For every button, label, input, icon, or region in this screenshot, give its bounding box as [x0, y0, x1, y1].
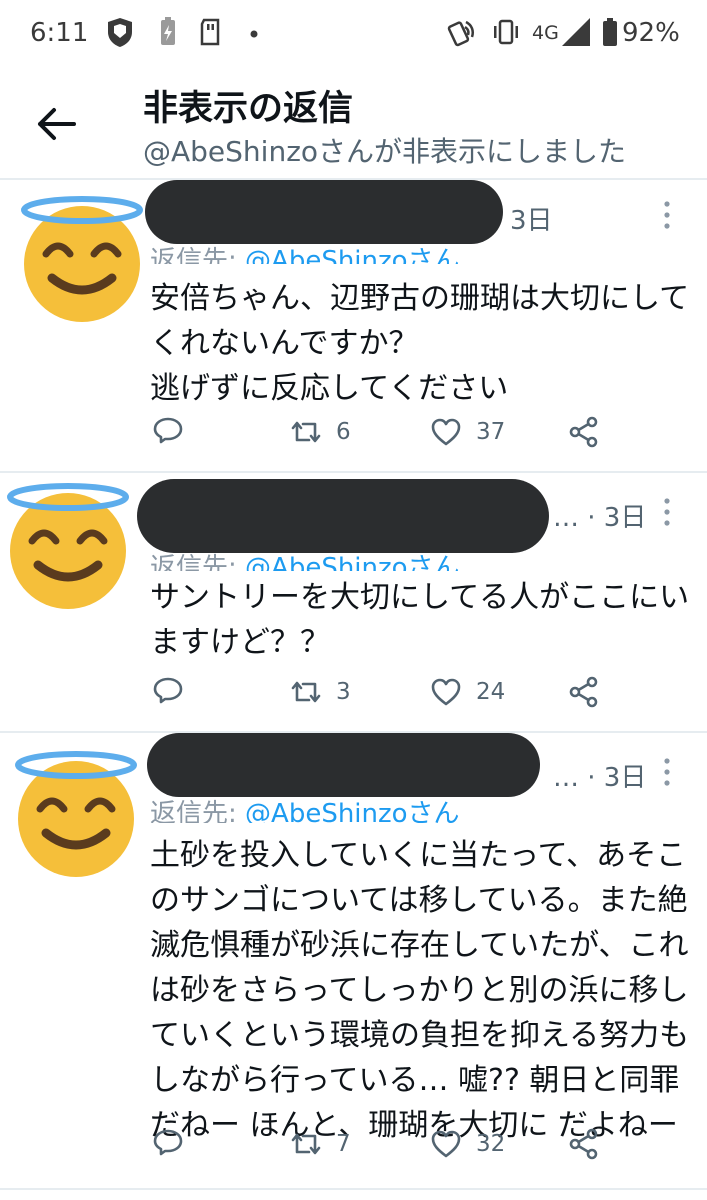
notification-dot-icon — [250, 30, 258, 38]
replying-to: 返信先: @AbeShinzoさん — [150, 246, 460, 264]
avatar-halo-emoji-icon[interactable] — [12, 747, 140, 877]
share-icon — [569, 1128, 598, 1160]
battery-saver-icon — [161, 17, 175, 45]
tweet-timestamp: … · 3日 — [553, 763, 647, 793]
status-time: 6:11 — [30, 18, 89, 48]
battery-percentage: 92% — [622, 18, 680, 48]
share-button[interactable] — [568, 414, 600, 450]
shield-app-icon — [108, 18, 132, 47]
sd-card-icon — [200, 18, 220, 46]
like-button[interactable]: 32 — [430, 1126, 505, 1162]
heart-icon — [431, 1130, 461, 1158]
like-count: 32 — [476, 1131, 506, 1157]
replying-to: 返信先: @AbeShinzoさん — [150, 799, 460, 823]
back-arrow-icon[interactable] — [34, 102, 78, 146]
tweet-divider — [0, 1188, 707, 1190]
vibrate-icon — [494, 19, 518, 45]
reply-icon — [153, 417, 183, 444]
retweet-count: 3 — [336, 679, 351, 705]
tweet-text: サントリーを大切にしてる人がここにい ますけど？？ — [150, 580, 690, 660]
share-button[interactable] — [568, 1126, 600, 1162]
like-button[interactable]: 24 — [430, 674, 505, 710]
share-button[interactable] — [568, 674, 600, 710]
like-count: 37 — [476, 419, 506, 445]
redacted-username — [137, 479, 549, 553]
redacted-username — [145, 180, 503, 244]
network-type-label: 4G — [532, 22, 559, 44]
retweet-icon — [291, 681, 321, 703]
hidden-reply-tweet[interactable]: 3日 返信先: @AbeShinzoさん 安倍ちゃん、辺野古の珊瑚は大切にして … — [0, 180, 707, 471]
retweet-icon — [291, 1133, 321, 1155]
reply-icon — [153, 1129, 183, 1156]
more-options-icon[interactable] — [662, 497, 672, 527]
retweet-count: 7 — [336, 1131, 351, 1157]
tweet-timestamp: … · 3日 — [553, 503, 647, 533]
status-bar: 6:11 4G 92% — [0, 0, 707, 70]
more-options-icon[interactable] — [662, 757, 672, 787]
reply-handle-link[interactable]: @AbeShinzoさん — [245, 246, 460, 264]
share-icon — [569, 676, 598, 708]
reply-icon — [153, 677, 183, 704]
like-button[interactable]: 37 — [430, 414, 505, 450]
retweet-button[interactable]: 6 — [290, 414, 351, 450]
page-header: 非表示の返信 @AbeShinzoさんが非表示にしました — [0, 70, 707, 178]
page-subtitle: @AbeShinzoさんが非表示にしました — [143, 135, 627, 168]
avatar-halo-emoji-icon[interactable] — [18, 192, 146, 322]
tweet-timestamp: 3日 — [510, 206, 553, 236]
hidden-reply-tweet[interactable]: … · 3日 返信先: @AbeShinzoさん サントリーを大切にしてる人がこ… — [0, 473, 707, 731]
more-options-icon[interactable] — [662, 200, 672, 230]
reply-button[interactable] — [152, 674, 184, 710]
reply-handle-link[interactable]: @AbeShinzoさん — [245, 553, 460, 571]
share-icon — [569, 416, 598, 448]
reply-button[interactable] — [152, 1126, 184, 1162]
retweet-button[interactable]: 7 — [290, 1126, 351, 1162]
heart-icon — [431, 418, 461, 446]
tweet-text: 安倍ちゃん、辺野古の珊瑚は大切にして くれないんですか？ 逃げずに反応してくださ… — [150, 281, 690, 406]
nfc-icon — [447, 20, 474, 47]
retweet-icon — [291, 421, 321, 443]
reply-button[interactable] — [152, 414, 184, 450]
retweet-count: 6 — [336, 419, 351, 445]
like-count: 24 — [476, 679, 506, 705]
reply-handle-link[interactable]: @AbeShinzoさん — [245, 799, 460, 823]
hidden-reply-tweet[interactable]: … · 3日 返信先: @AbeShinzoさん 土砂を投入していくに当たって、… — [0, 733, 707, 1188]
page-title: 非表示の返信 — [143, 89, 354, 129]
tweet-text: 土砂を投入していくに当たって、あそこ のサンゴについては移している。また絶 滅危… — [150, 838, 690, 1143]
avatar-halo-emoji-icon[interactable] — [4, 479, 132, 609]
redacted-username — [147, 733, 540, 797]
retweet-button[interactable]: 3 — [290, 674, 351, 710]
signal-icon — [562, 18, 590, 46]
heart-icon — [431, 678, 461, 706]
replying-to: 返信先: @AbeShinzoさん — [150, 553, 460, 571]
